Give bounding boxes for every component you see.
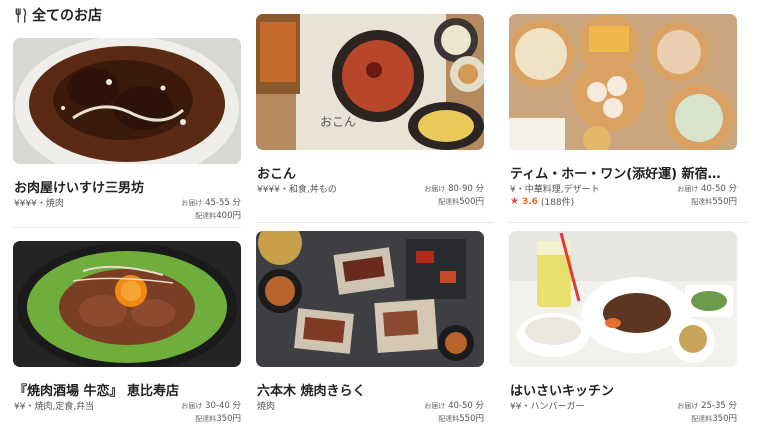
delivery-time: お届け 40-50 分 [424, 401, 484, 411]
restaurant-name[interactable]: はいさいキッチン [510, 380, 736, 399]
restaurant-photo[interactable] [509, 231, 737, 367]
restaurant-meta: ¥¥¥¥・和食,丼もの [257, 185, 337, 195]
restaurant-card[interactable]: ティム・ホー・ワン(添好運) 新宿サザンテラス店 ¥・中華料理,デザート ★ 3… [509, 14, 737, 214]
divider [13, 227, 241, 228]
rating-count: (188件) [540, 198, 575, 208]
section-title: 全てのお店 [32, 8, 102, 24]
restaurant-meta: ¥¥・焼肉,定食,弁当 [14, 402, 95, 412]
delivery-fee: 配達料550円 [691, 197, 737, 207]
delivery-fee: 配達料350円 [195, 414, 241, 424]
utensils-icon [15, 7, 27, 23]
divider [256, 222, 494, 223]
delivery-fee: 配達料400円 [195, 211, 241, 221]
svg-text:おこん: おこん [320, 115, 356, 129]
restaurant-meta: ¥¥¥¥・焼肉 [14, 199, 64, 209]
restaurant-name[interactable]: ティム・ホー・ワン(添好運) 新宿サザンテラス店 [510, 163, 728, 182]
restaurant-meta: 焼肉 [257, 402, 276, 412]
delivery-time: お届け 80-90 分 [424, 184, 484, 194]
delivery-time: お届け 40-50 分 [677, 184, 737, 194]
restaurant-name[interactable]: 『焼肉酒場 牛恋』 恵比寿店 [14, 380, 240, 399]
restaurant-photo[interactable] [13, 38, 241, 164]
restaurant-card[interactable]: おこん おこん ¥¥¥¥・和食,丼もの お届け 80-90 分 配達料500円 [256, 14, 484, 214]
delivery-time: お届け 30-40 分 [181, 401, 241, 411]
delivery-fee: 配達料550円 [438, 414, 484, 424]
restaurant-name[interactable]: おこん [257, 163, 483, 182]
restaurant-card[interactable]: 『焼肉酒場 牛恋』 恵比寿店 ¥¥・焼肉,定食,弁当 お届け 30-40 分 配… [13, 241, 241, 428]
restaurant-card[interactable]: はいさいキッチン ¥¥・ハンバーガー お届け 25-35 分 配達料350円 [509, 231, 737, 428]
delivery-time: お届け 45-55 分 [181, 198, 241, 208]
delivery-time: お届け 25-35 分 [677, 401, 737, 411]
star-icon: ★ [510, 196, 519, 207]
restaurant-name[interactable]: お肉屋けいすけ三男坊 [14, 177, 240, 196]
restaurant-photo[interactable] [256, 231, 484, 367]
delivery-fee: 配達料350円 [691, 414, 737, 424]
restaurant-rating: ★ 3.6 (188件) [510, 195, 574, 208]
restaurant-photo[interactable] [13, 241, 241, 367]
restaurant-card[interactable]: お肉屋けいすけ三男坊 ¥¥¥¥・焼肉 お届け 45-55 分 配達料400円 [13, 38, 241, 238]
restaurant-photo[interactable] [509, 14, 737, 150]
delivery-fee: 配達料500円 [438, 197, 484, 207]
restaurant-photo[interactable]: おこん [256, 14, 484, 150]
restaurant-card[interactable]: 六本木 焼肉きらく 焼肉 お届け 40-50 分 配達料550円 [256, 231, 484, 428]
section-header: 全てのお店 [14, 4, 102, 26]
restaurant-name[interactable]: 六本木 焼肉きらく [257, 380, 483, 399]
restaurant-meta: ¥・中華料理,デザート [510, 185, 600, 195]
rating-score: 3.6 [521, 196, 538, 207]
restaurant-meta: ¥¥・ハンバーガー [510, 402, 585, 412]
divider [509, 222, 747, 223]
